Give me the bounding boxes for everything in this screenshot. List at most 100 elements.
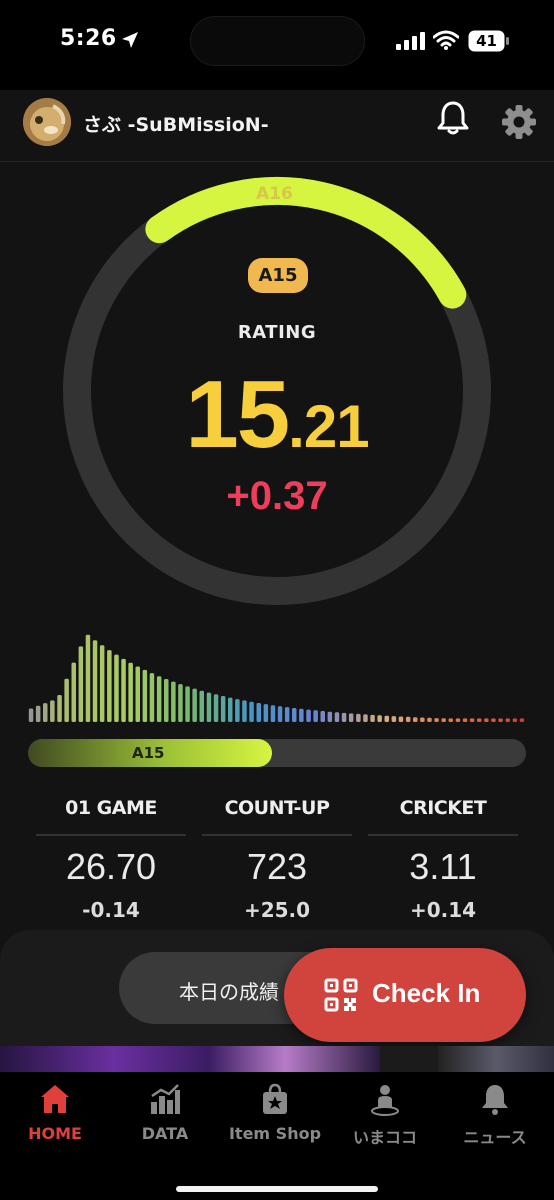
histogram-bar: [50, 700, 55, 722]
histogram-bar: [519, 718, 525, 722]
histogram-bar: [356, 713, 361, 722]
histogram-bar: [228, 697, 233, 722]
battery-level: 41: [476, 32, 497, 50]
tab-news[interactable]: ニュース: [440, 1082, 550, 1154]
histogram-bar: [505, 718, 510, 722]
class-progress-fill: A15: [28, 739, 273, 767]
histogram-bar: [512, 718, 518, 722]
stat-delta: -0.14: [82, 898, 140, 922]
username[interactable]: さぶ -SuBMissioN-: [83, 110, 269, 137]
person-pin-icon: [371, 1085, 399, 1116]
tab-item-shop[interactable]: Item Shop: [220, 1082, 330, 1154]
stat-value: 26.70: [65, 846, 157, 887]
stat-value: 723: [246, 846, 308, 887]
histogram-bar: [107, 650, 112, 722]
histogram-bar: [178, 684, 183, 722]
tab-home[interactable]: HOME: [0, 1082, 110, 1154]
histogram-bar: [370, 714, 375, 722]
histogram-bar: [35, 705, 41, 722]
histogram-bar: [391, 716, 397, 722]
histogram-bar: [398, 716, 404, 722]
qr-code-icon: [324, 978, 358, 1012]
dynamic-island: [190, 16, 365, 66]
histogram-bar: [327, 711, 333, 722]
stat-count-up[interactable]: COUNT-UP 723 +25.0: [202, 790, 352, 922]
histogram-bar: [156, 676, 162, 722]
histogram-bar: [427, 717, 432, 722]
check-in-button[interactable]: Check In: [284, 948, 526, 1042]
stat-divider: [36, 834, 186, 836]
histogram-bar: [249, 701, 254, 722]
location-arrow-icon: [122, 32, 138, 48]
gear-icon[interactable]: [501, 104, 537, 140]
wifi-icon: [433, 30, 459, 50]
stat-name: COUNT-UP: [224, 797, 330, 819]
tab-data[interactable]: DATA: [110, 1082, 220, 1154]
histogram-bar: [434, 718, 439, 722]
histogram-bar: [192, 688, 197, 722]
status-bar: 5:26 41: [0, 0, 554, 90]
stat-value: 3.11: [409, 846, 477, 887]
banner-image[interactable]: [0, 1046, 380, 1072]
rating-title: RATING: [237, 322, 317, 343]
histogram-bar: [341, 712, 347, 722]
stat-name: 01 GAME: [65, 797, 157, 819]
stat-01-game[interactable]: 01 GAME 26.70 -0.14: [36, 790, 186, 922]
histogram-bar: [242, 700, 247, 722]
histogram-bar: [448, 718, 453, 722]
histogram-bar: [71, 662, 76, 722]
tab-label: いまココ: [352, 1128, 417, 1147]
histogram-bar: [99, 645, 105, 722]
histogram-bar: [28, 708, 34, 722]
histogram-bar: [498, 718, 503, 722]
histogram-bar: [270, 705, 276, 722]
next-class-label: A16: [256, 184, 293, 204]
histogram-bar: [313, 710, 318, 722]
histogram-bar: [420, 717, 425, 722]
histogram-bar: [206, 692, 212, 722]
histogram-bar: [256, 703, 261, 722]
histogram-bar: [292, 708, 297, 722]
histogram-bar: [377, 715, 382, 722]
histogram-bar: [114, 654, 119, 722]
tab-label: DATA: [141, 1124, 189, 1143]
histogram-bar: [384, 715, 389, 722]
histogram-bar: [78, 646, 84, 722]
rating-delta: +0.37: [226, 474, 328, 518]
histogram-bar: [220, 696, 226, 722]
histogram-bar: [462, 718, 468, 722]
today-results-label: 本日の成績: [179, 980, 279, 1004]
stat-cricket[interactable]: CRICKET 3.11 +0.14: [368, 790, 518, 922]
histogram-bar: [64, 678, 69, 722]
histogram-bar: [149, 673, 155, 722]
class-progress-bar: A15: [28, 739, 526, 767]
banner-image[interactable]: [438, 1046, 554, 1072]
histogram-bar: [121, 658, 126, 722]
histogram-bar: [306, 709, 311, 722]
histogram-bar: [469, 718, 475, 722]
histogram-bar: [334, 712, 340, 722]
signal-icon: [396, 32, 425, 50]
histogram-bar: [185, 686, 190, 722]
histogram-bar: [135, 666, 140, 722]
shop-bag-icon: [263, 1083, 287, 1114]
histogram-bar: [484, 718, 489, 722]
stat-delta: +0.14: [409, 898, 477, 922]
stat-divider: [202, 834, 352, 836]
tab-label: Item Shop: [228, 1124, 322, 1143]
tab-label: HOME: [28, 1124, 82, 1143]
histogram-bar: [320, 711, 325, 722]
histogram-bar: [491, 718, 496, 722]
tab-imakoko[interactable]: いまココ: [330, 1082, 440, 1154]
rating-integer: 15: [185, 361, 290, 468]
banner-carousel[interactable]: [0, 1046, 554, 1072]
stat-divider: [368, 834, 518, 836]
histogram-bar: [263, 704, 269, 722]
bell-icon[interactable]: [436, 100, 470, 136]
bell-icon: [482, 1085, 508, 1115]
rating-distribution-histogram: [28, 634, 525, 722]
home-indicator: [176, 1186, 378, 1192]
avatar[interactable]: [23, 98, 71, 146]
rating-decimal: .21: [288, 393, 369, 460]
chart-icon: [151, 1084, 180, 1114]
